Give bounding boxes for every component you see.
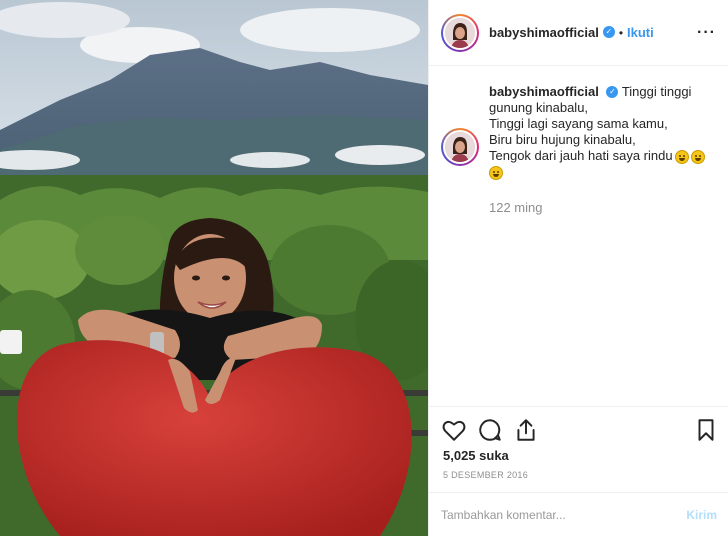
avatar[interactable]: [441, 13, 479, 52]
separator: •: [618, 25, 624, 40]
photo-illustration: [0, 0, 428, 536]
post-header: babyshimaofficial ✓ • Ikuti ···: [429, 0, 728, 66]
grin-emoji-icon: [489, 165, 503, 180]
caption: babyshimaofficial ✓ Tinggi tinggi gunung…: [441, 84, 717, 180]
comments-section: babyshimaofficial ✓ Tinggi tinggi gunung…: [429, 66, 728, 406]
likes-count[interactable]: 5,025 suka: [443, 448, 509, 463]
add-comment-form: Kirim: [429, 492, 728, 536]
caption-line-4: Biru biru hujung kinabalu,: [489, 132, 636, 147]
comment-icon[interactable]: [477, 417, 503, 443]
share-icon[interactable]: [513, 417, 539, 443]
caption-avatar-border: [443, 130, 477, 164]
caption-avatar[interactable]: [441, 128, 479, 166]
action-bar: [429, 406, 728, 450]
grin-emoji-icon: [674, 149, 689, 164]
post-comment-button[interactable]: Kirim: [686, 508, 717, 522]
post-photo[interactable]: [0, 0, 428, 536]
post-modal: babyshimaofficial ✓ • Ikuti ··· babyshim…: [0, 0, 728, 536]
caption-avatar-image: [445, 132, 475, 162]
avatar-border: [443, 15, 477, 50]
bookmark-icon[interactable]: [693, 417, 719, 443]
follow-button[interactable]: Ikuti: [627, 25, 654, 40]
comment-input[interactable]: [441, 507, 687, 522]
caption-username[interactable]: babyshimaofficial: [489, 84, 599, 99]
more-options-icon[interactable]: ···: [697, 24, 716, 42]
avatar-illustration: [445, 17, 475, 48]
caption-verified-badge-icon: ✓: [606, 85, 619, 98]
caption-line-1: Tinggi tinggi: [621, 84, 692, 99]
grin-emoji-icon: [690, 149, 705, 164]
verified-badge-icon: ✓: [602, 25, 615, 38]
username[interactable]: babyshimaofficial: [489, 25, 599, 40]
caption-avatar-illustration: [445, 132, 475, 162]
caption-line-2: gunung kinabalu,: [489, 100, 589, 115]
post-date[interactable]: 5 DESEMBER 2016: [443, 470, 528, 480]
caption-line-5: Tengok dari jauh hati saya rindu: [489, 148, 673, 163]
caption-text: babyshimaofficial ✓ Tinggi tinggi gunung…: [489, 84, 717, 180]
heart-icon[interactable]: [441, 417, 467, 443]
caption-line-3: Tinggi lagi sayang sama kamu,: [489, 116, 668, 131]
avatar-image: [445, 17, 475, 48]
caption-timestamp[interactable]: 122 ming: [489, 200, 717, 215]
post-panel: babyshimaofficial ✓ • Ikuti ··· babyshim…: [428, 0, 728, 536]
